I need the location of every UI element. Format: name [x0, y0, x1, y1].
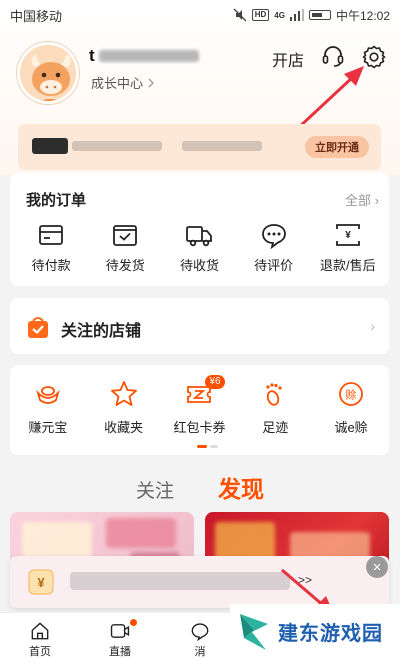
credit-icon: 赊 [339, 382, 363, 406]
order-item-label: 待收货 [179, 258, 219, 273]
order-item-label: 退款/售后 [320, 258, 376, 273]
followed-shops-card[interactable]: 关注的店铺 › [10, 298, 389, 354]
order-item-refund[interactable]: ¥ 退款/售后 [312, 221, 384, 274]
tab-discover[interactable]: 发现 [218, 470, 264, 504]
orders-title: 我的订单 [26, 192, 87, 209]
nav-label: 直播 [109, 646, 131, 658]
nav-label: 首页 [29, 646, 51, 658]
home-icon [31, 622, 49, 640]
status-indicators: HD 4G 中午12:02 [233, 7, 390, 24]
feed-tabs: 关注 发现 [0, 470, 400, 504]
order-item-pending-receipt[interactable]: 待收货 [163, 221, 235, 274]
nav-item-messages[interactable]: 消 [160, 613, 240, 659]
feed-image [106, 518, 176, 548]
truck-icon [186, 226, 213, 247]
redacted-banner-text [32, 138, 262, 154]
package-check-icon [113, 225, 138, 246]
tools-row: 赚元宝 收藏夹 ¥6 红包卡券 足迹 赊 诚e赊 [10, 375, 389, 436]
username[interactable]: t [89, 46, 199, 66]
clock: 中午12:02 [335, 8, 390, 23]
network-indicator: 4G [274, 10, 285, 20]
watermark-logo-icon [240, 613, 268, 650]
order-item-pending-review[interactable]: 待评价 [238, 221, 310, 274]
followed-shops-title: 关注的店铺 [61, 323, 142, 340]
tool-label: 足迹 [262, 420, 289, 435]
carrier-label: 中国移动 [10, 8, 63, 24]
chevron-right-icon [148, 78, 154, 87]
tool-coupons[interactable]: ¥6 红包卡券 [163, 375, 235, 436]
tab-follow[interactable]: 关注 [136, 476, 174, 503]
watermark-text: 建东游戏园 [278, 623, 383, 645]
live-notification-dot [130, 619, 137, 626]
comment-icon [261, 224, 286, 249]
tool-favorites[interactable]: 收藏夹 [88, 379, 160, 436]
username-redacted [98, 50, 199, 62]
coupon-wallet-icon: ¥ [28, 569, 54, 595]
live-camera-icon [110, 624, 130, 638]
nav-item-live[interactable]: 直播 [80, 613, 160, 659]
watermark: 建东游戏园 [230, 604, 400, 659]
chevron-right-icon: › [370, 318, 375, 334]
mute-icon [233, 8, 247, 22]
popup-close-button[interactable]: × [366, 556, 388, 578]
order-item-label: 待评价 [254, 258, 294, 273]
page-indicator [197, 445, 218, 448]
star-icon [110, 381, 137, 406]
tool-credit[interactable]: 赊 诚e赊 [315, 379, 387, 436]
refund-icon: ¥ [335, 224, 360, 246]
svg-text:¥: ¥ [345, 230, 351, 241]
signal-icon [289, 9, 304, 21]
order-item-pending-shipment[interactable]: 待发货 [89, 221, 161, 274]
activate-now-button[interactable]: 立即开通 [305, 136, 369, 158]
growth-center-label: 成长中心 [91, 76, 144, 91]
tool-label: 赚元宝 [28, 420, 68, 435]
order-item-label: 待付款 [31, 258, 71, 273]
wallet-icon [39, 225, 63, 245]
growth-center-link[interactable]: 成长中心 [91, 73, 155, 92]
my-orders-card: 我的订单 全部 › 待付款 待发货 待收货 待评价 ¥ 退款/售后 [10, 173, 389, 286]
avatar[interactable] [17, 42, 79, 104]
hd-indicator: HD [251, 9, 270, 21]
feed-image [22, 522, 92, 558]
footprint-icon [266, 383, 282, 406]
order-item-pending-payment[interactable]: 待付款 [15, 221, 87, 274]
nav-item-home[interactable]: 首页 [0, 613, 80, 659]
order-item-label: 待发货 [105, 258, 145, 273]
status-bar: 中国移动 HD 4G 中午12:02 [0, 0, 400, 30]
tool-label: 诚e赊 [334, 420, 368, 435]
redacted-popup-text [70, 572, 290, 590]
credit-icon-text: 赊 [346, 389, 357, 402]
message-icon [191, 623, 209, 641]
tool-label: 红包卡券 [173, 420, 226, 435]
gold-ingot-icon [36, 386, 60, 404]
order-status-row: 待付款 待发货 待收货 待评价 ¥ 退款/售后 [10, 221, 389, 274]
tools-card: 赚元宝 收藏夹 ¥6 红包卡券 足迹 赊 诚e赊 [10, 365, 389, 455]
vip-banner[interactable]: 立即开通 [18, 124, 381, 170]
tool-label: 收藏夹 [104, 420, 144, 435]
tool-footprints[interactable]: 足迹 [239, 379, 311, 436]
tool-earn-ingots[interactable]: 赚元宝 [12, 379, 84, 436]
battery-icon [308, 10, 331, 20]
orders-all-link[interactable]: 全部 › [345, 190, 379, 209]
nav-label: 消 [194, 646, 206, 658]
coupon-badge: ¥6 [205, 375, 225, 389]
orders-all-label: 全部 [345, 193, 372, 208]
popup-icon-text: ¥ [37, 575, 45, 590]
username-text: t [89, 46, 95, 65]
shop-bag-icon [28, 317, 48, 338]
